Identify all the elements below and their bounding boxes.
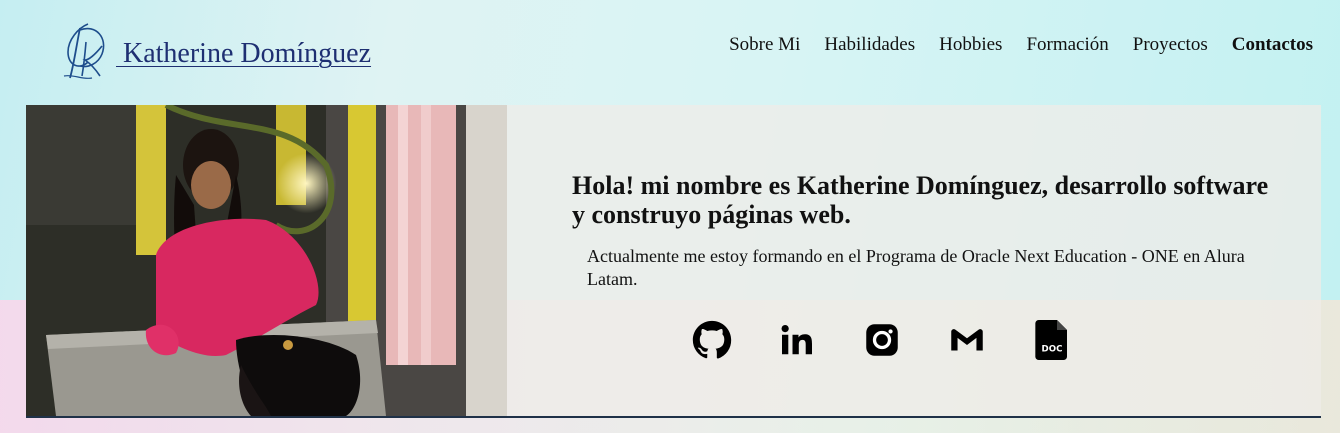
instagram-icon (866, 324, 898, 356)
intro-subtitle: Actualmente me estoy formando en el Prog… (587, 246, 1245, 289)
nav-item-sobre-mi[interactable]: Sobre Mi (729, 34, 800, 56)
brand-name: Katherine Domínguez (116, 38, 372, 69)
profile-photo (26, 105, 507, 416)
nav-item-formacion[interactable]: Formación (1026, 34, 1108, 56)
instagram-link[interactable] (862, 320, 902, 360)
gmail-link[interactable] (947, 320, 987, 360)
nav-item-hobbies[interactable]: Hobbies (939, 34, 1002, 56)
linkedin-icon (781, 325, 812, 355)
intro-title: Hola! mi nombre es Katherine Domínguez, … (572, 171, 1269, 229)
github-link[interactable] (692, 320, 732, 360)
brand-logo-link[interactable]: Katherine Domínguez (58, 18, 371, 82)
kd-monogram-icon (63, 23, 105, 80)
nav-item-habilidades[interactable]: Habilidades (824, 34, 915, 56)
linkedin-link[interactable] (777, 320, 817, 360)
main-nav: Sobre Mi Habilidades Hobbies Formación P… (705, 34, 1313, 56)
doc-icon-label: DOC (1042, 345, 1063, 355)
site-header: Katherine Domínguez Sobre Mi Habilidades… (0, 0, 1340, 100)
social-links: DOC (692, 320, 1117, 360)
doc-icon: DOC (1035, 320, 1067, 360)
nav-item-contactos[interactable]: Contactos (1232, 34, 1313, 56)
gmail-icon (951, 329, 983, 351)
hero-section: Hola! mi nombre es Katherine Domínguez, … (26, 105, 1321, 418)
nav-item-proyectos[interactable]: Proyectos (1133, 34, 1208, 56)
doc-link[interactable]: DOC (1032, 320, 1072, 360)
github-icon (692, 320, 732, 359)
